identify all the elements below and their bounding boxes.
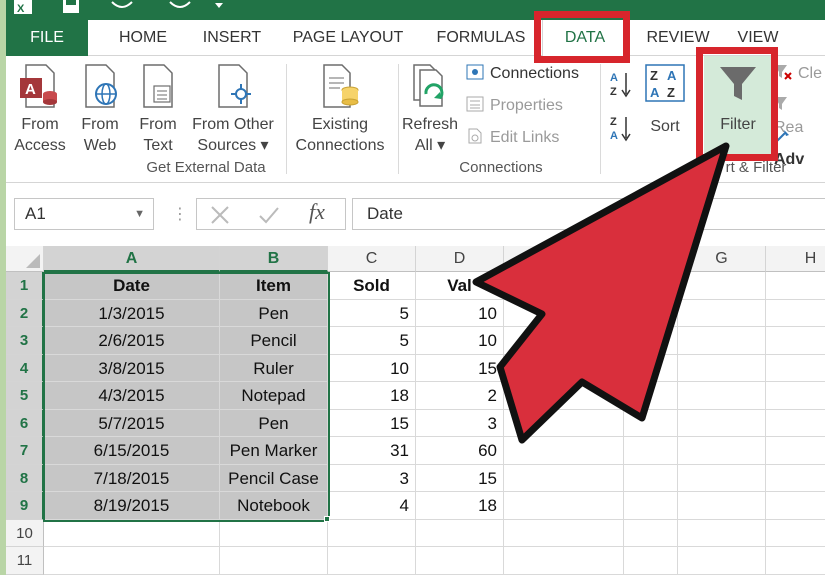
red-pointer-arrow-icon: [472, 142, 730, 444]
excel-window: X FILE HOME INSERT PAGE LAYOUT FORMULAS …: [6, 0, 825, 575]
